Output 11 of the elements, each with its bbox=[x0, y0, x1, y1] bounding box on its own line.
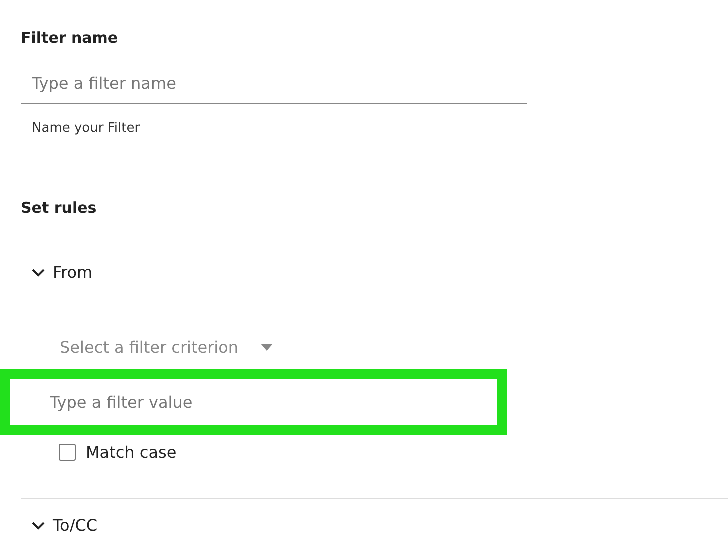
field-label: Filter name bbox=[21, 28, 120, 48]
rule-section-header[interactable]: From bbox=[32, 263, 93, 282]
caret-icon bbox=[260, 344, 273, 351]
field-hint: Name your Filter bbox=[32, 120, 142, 138]
chevron-icon bbox=[32, 522, 45, 530]
section-title: Set rules bbox=[21, 198, 98, 218]
checkbox[interactable] bbox=[59, 444, 76, 461]
criterion-dropdown[interactable]: Select a filter criterion bbox=[60, 338, 273, 357]
chevron-icon bbox=[32, 268, 45, 276]
rule-section-header[interactable]: To/CC bbox=[32, 516, 98, 535]
checkbox-label: Match case bbox=[86, 443, 177, 462]
